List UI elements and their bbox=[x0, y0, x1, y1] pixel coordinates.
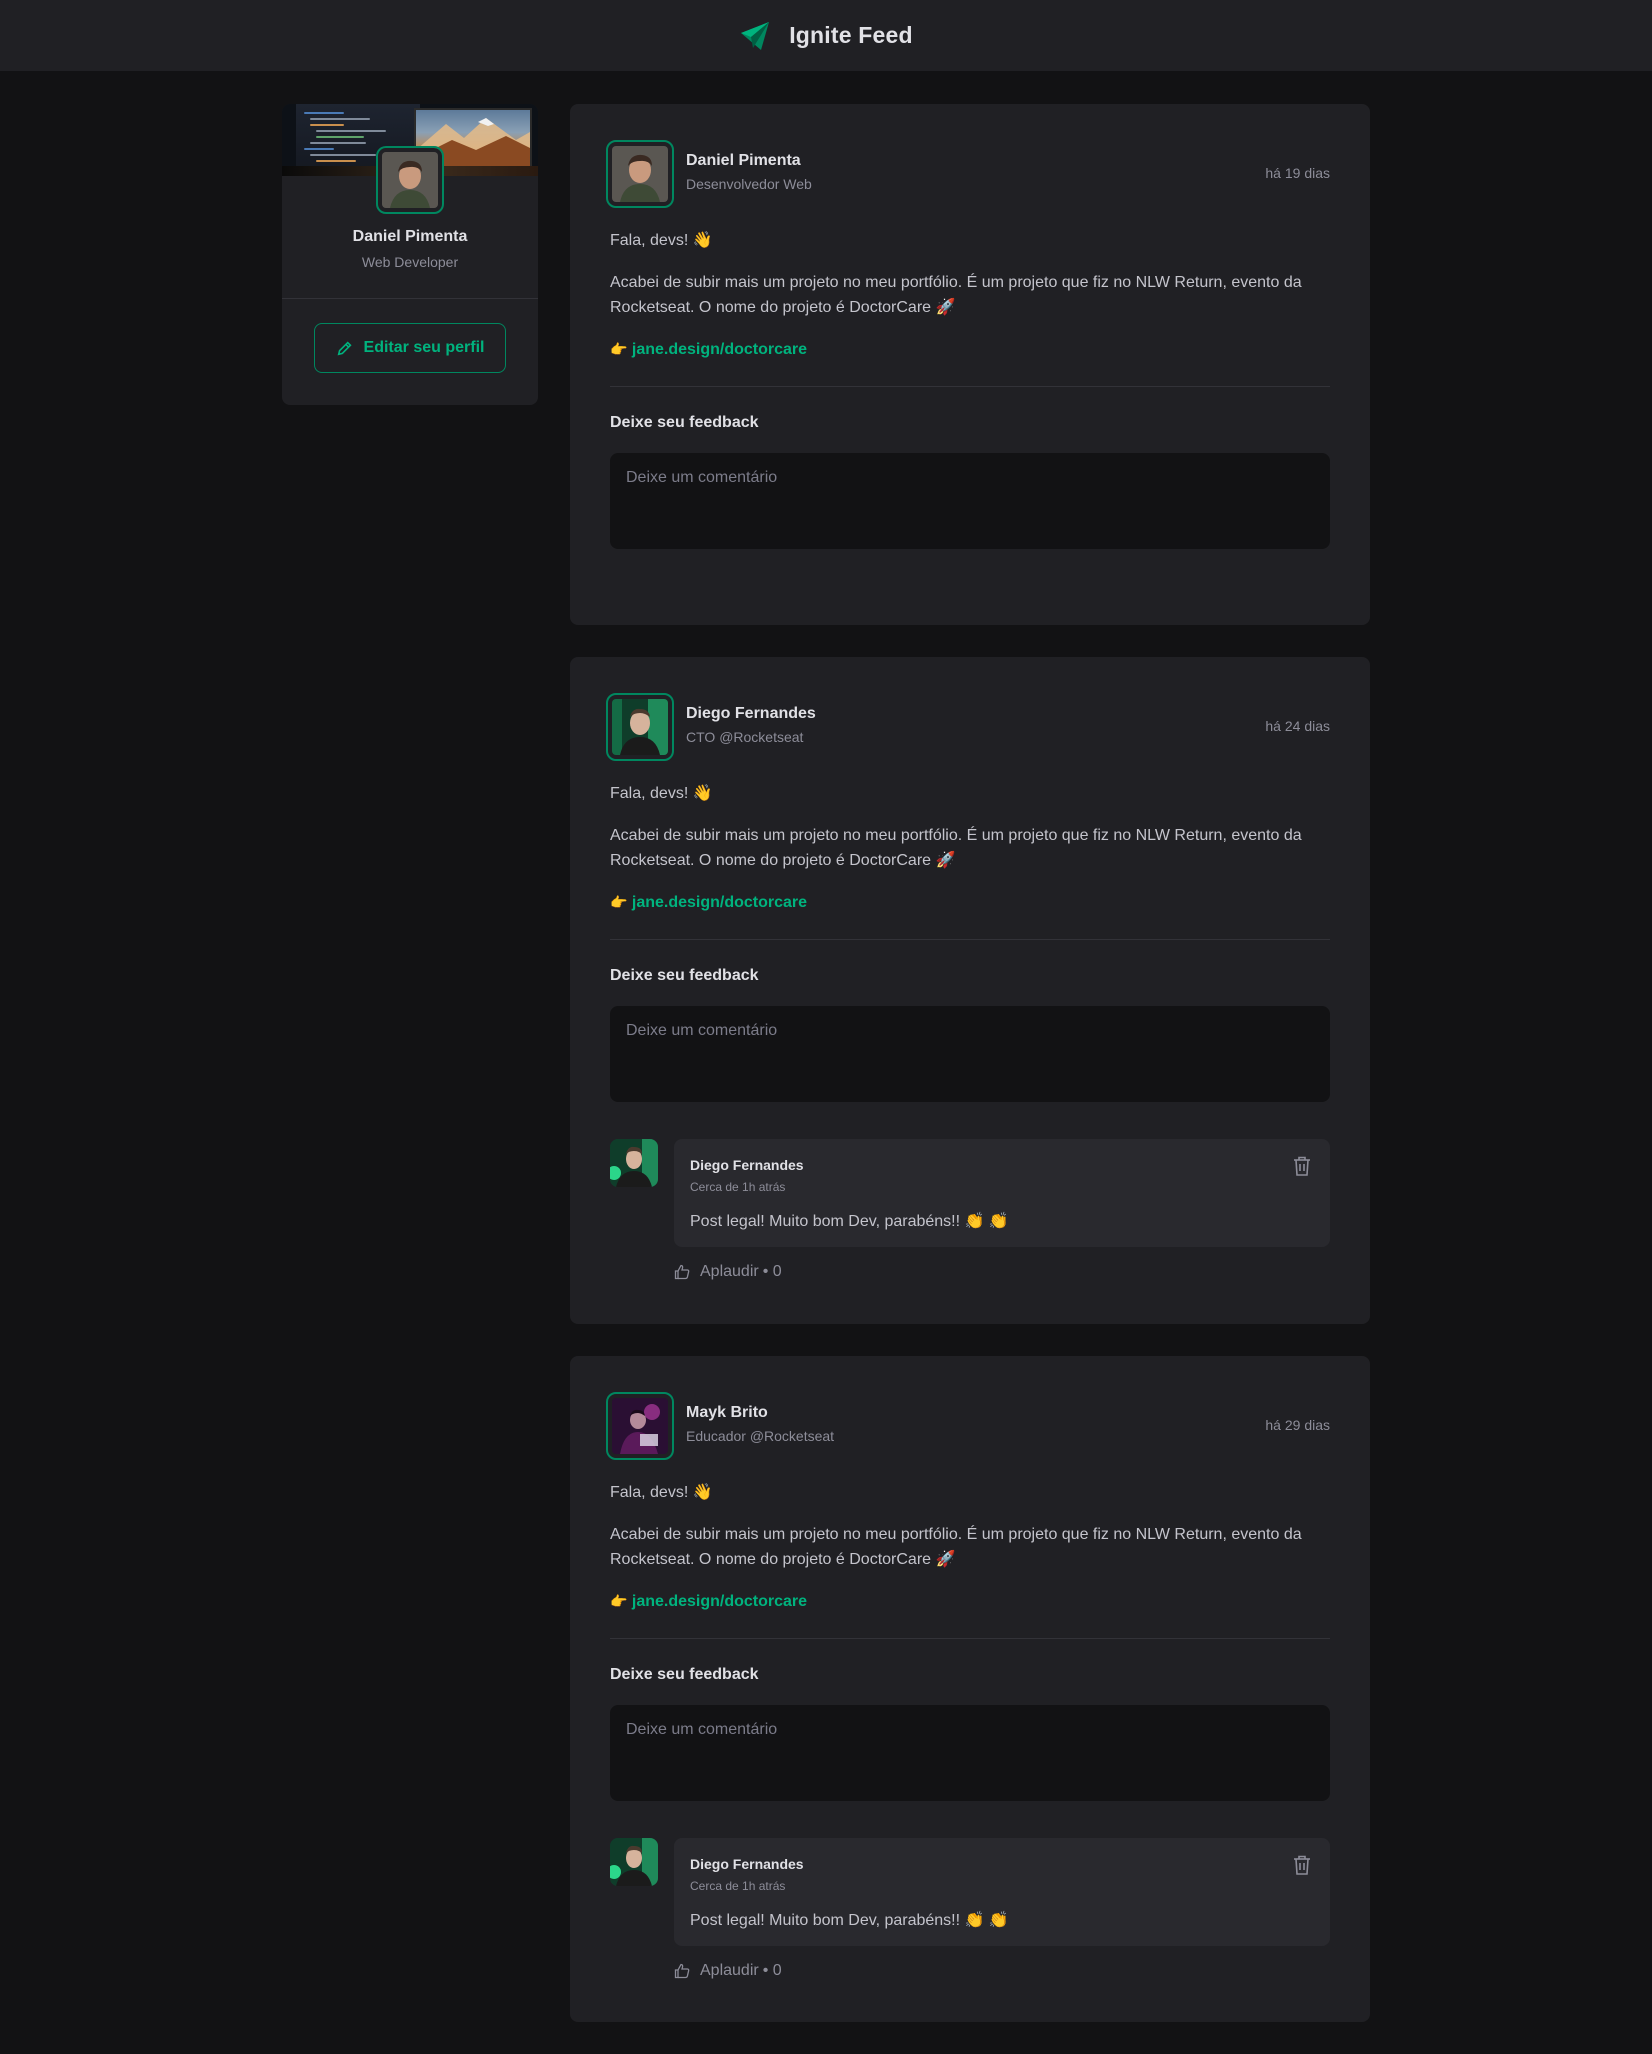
post-content: Fala, devs! 👋 Acabei de subir mais um pr… bbox=[610, 1480, 1330, 1630]
post-link[interactable]: jane.design/doctorcare bbox=[632, 1593, 807, 1610]
post: Diego Fernandes CTO @Rocketseat há 24 di… bbox=[570, 657, 1370, 1324]
applaud-count: • 0 bbox=[762, 1962, 782, 1979]
post-greeting: Fala, devs! 👋 bbox=[610, 1484, 713, 1501]
thumbs-up-icon bbox=[674, 1963, 690, 1979]
comment-input[interactable] bbox=[610, 1006, 1330, 1102]
thumbs-up-icon bbox=[674, 1264, 690, 1280]
applaud-label: Aplaudir bbox=[700, 1962, 759, 1979]
applaud-button[interactable]: Aplaudir • 0 bbox=[674, 1263, 782, 1281]
author-avatar[interactable] bbox=[606, 693, 674, 761]
comment-text: Post legal! Muito bom Dev, parabéns!! 👏 … bbox=[690, 1213, 1009, 1230]
feedback-title: Deixe seu feedback bbox=[610, 967, 759, 984]
author-name: Daniel Pimenta bbox=[686, 152, 801, 169]
comment-box: Diego Fernandes Cerca de 1h atrás Post l… bbox=[674, 1139, 1330, 1247]
author-role: Desenvolvedor Web bbox=[686, 176, 812, 192]
trash-icon bbox=[1294, 1855, 1310, 1875]
comment-input[interactable] bbox=[610, 1705, 1330, 1801]
avatar[interactable] bbox=[376, 146, 444, 214]
comment-author: Diego Fernandes bbox=[690, 1856, 804, 1872]
post-greeting: Fala, devs! 👋 bbox=[610, 785, 713, 802]
comment-timestamp: Cerca de 1h atrás bbox=[690, 1879, 786, 1893]
divider bbox=[610, 386, 1330, 387]
comment: Diego Fernandes Cerca de 1h atrás Post l… bbox=[610, 1139, 1330, 1285]
post-body: Acabei de subir mais um projeto no meu p… bbox=[610, 826, 1302, 870]
delete-comment-button[interactable] bbox=[1290, 1854, 1314, 1878]
post-body: Acabei de subir mais um projeto no meu p… bbox=[610, 273, 1302, 317]
post-timestamp: há 19 dias bbox=[1265, 165, 1330, 181]
post-timestamp: há 29 dias bbox=[1265, 1417, 1330, 1433]
comment-avatar[interactable] bbox=[610, 1139, 658, 1187]
author-role: Educador @Rocketseat bbox=[686, 1428, 835, 1444]
paper-plane-icon bbox=[741, 21, 770, 50]
post-link[interactable]: jane.design/doctorcare bbox=[632, 894, 807, 911]
applaud-button[interactable]: Aplaudir • 0 bbox=[674, 1962, 782, 1980]
author-avatar[interactable] bbox=[606, 140, 674, 208]
profile-sidebar: Daniel Pimenta Web Developer Editar seu … bbox=[282, 104, 538, 405]
delete-comment-button[interactable] bbox=[1290, 1155, 1314, 1179]
author-role: CTO @Rocketseat bbox=[686, 729, 804, 745]
edit-profile-label: Editar seu perfil bbox=[363, 339, 485, 356]
comment-box: Diego Fernandes Cerca de 1h atrás Post l… bbox=[674, 1838, 1330, 1946]
feedback-title: Deixe seu feedback bbox=[610, 414, 759, 431]
post: Mayk Brito Educador @Rocketseat há 29 di… bbox=[570, 1356, 1370, 2022]
comment-timestamp: Cerca de 1h atrás bbox=[690, 1180, 786, 1194]
feedback-title: Deixe seu feedback bbox=[610, 1666, 759, 1683]
divider bbox=[610, 939, 1330, 940]
pencil-icon bbox=[337, 341, 352, 356]
post-timestamp: há 24 dias bbox=[1265, 718, 1330, 734]
author-name: Mayk Brito bbox=[686, 1404, 768, 1421]
trash-icon bbox=[1294, 1156, 1310, 1176]
pointing-hand-icon: 👉 bbox=[610, 1592, 628, 1609]
comment-input[interactable] bbox=[610, 453, 1330, 549]
author-name: Diego Fernandes bbox=[686, 705, 816, 722]
applaud-count: • 0 bbox=[762, 1263, 782, 1280]
divider bbox=[282, 298, 538, 299]
post-greeting: Fala, devs! 👋 bbox=[610, 232, 713, 249]
post-body: Acabei de subir mais um projeto no meu p… bbox=[610, 1525, 1302, 1569]
comment: Diego Fernandes Cerca de 1h atrás Post l… bbox=[610, 1838, 1330, 1984]
comment-author: Diego Fernandes bbox=[690, 1157, 804, 1173]
author-avatar[interactable] bbox=[606, 1392, 674, 1460]
comment-text: Post legal! Muito bom Dev, parabéns!! 👏 … bbox=[690, 1912, 1009, 1929]
app-header: Ignite Feed bbox=[0, 0, 1652, 71]
applaud-label: Aplaudir bbox=[700, 1263, 759, 1280]
profile-name: Daniel Pimenta bbox=[352, 228, 468, 245]
comment-avatar[interactable] bbox=[610, 1838, 658, 1886]
post-link[interactable]: jane.design/doctorcare bbox=[632, 341, 807, 358]
app-title: Ignite Feed bbox=[789, 22, 913, 48]
post-content: Fala, devs! 👋 Acabei de subir mais um pr… bbox=[610, 228, 1330, 378]
profile-role: Web Developer bbox=[361, 254, 459, 270]
divider bbox=[610, 1638, 1330, 1639]
edit-profile-button[interactable]: Editar seu perfil bbox=[314, 323, 506, 373]
post-content: Fala, devs! 👋 Acabei de subir mais um pr… bbox=[610, 781, 1330, 931]
pointing-hand-icon: 👉 bbox=[610, 893, 628, 910]
post: Daniel Pimenta Desenvolvedor Web há 19 d… bbox=[570, 104, 1370, 625]
pointing-hand-icon: 👉 bbox=[610, 340, 628, 357]
